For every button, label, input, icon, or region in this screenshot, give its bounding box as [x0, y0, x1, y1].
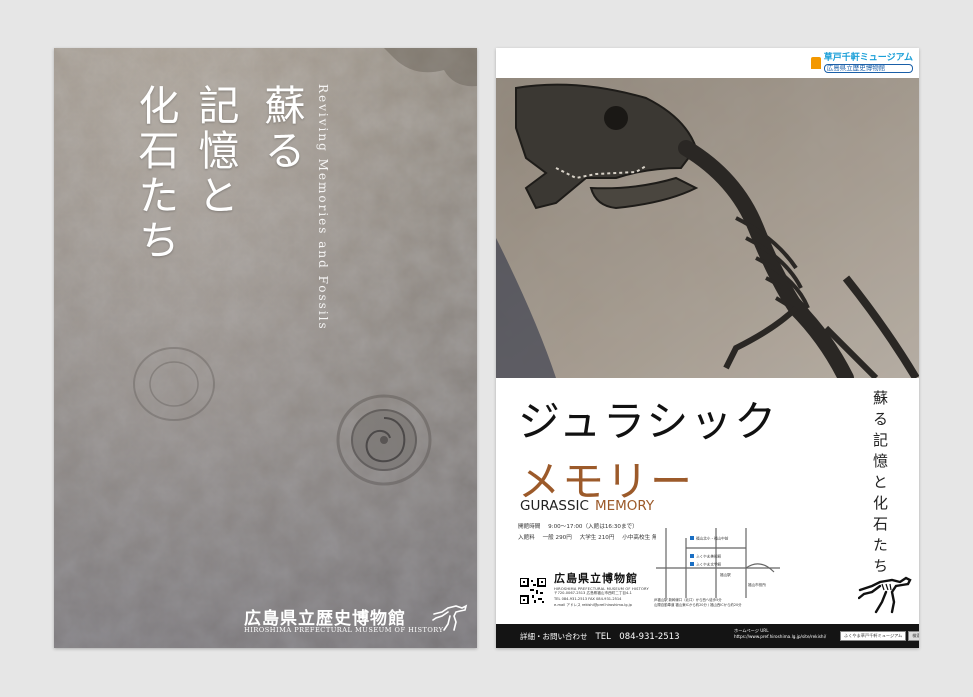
map-label: ふくやま文学館 — [696, 562, 722, 567]
map-label: 福山市役所 — [748, 582, 766, 587]
hours-value: 9:00～17:00（入館は16:30まで） — [548, 524, 638, 530]
footer-bar: 詳細・お問い合わせ TEL 084-931-2513 ホームページ URL ht… — [496, 624, 919, 648]
homepage-url[interactable]: https://www.pref.hiroshima.lg.jp/site/re… — [734, 634, 826, 640]
museum-name-en: HIROSHIMA PREFECTURAL MUSEUM OF HISTORY — [244, 626, 444, 634]
footer-tel[interactable]: TEL 084-931-2513 — [596, 630, 680, 642]
logo-line-1: 草戸千軒ミュージアム — [823, 53, 913, 63]
homepage-info: ホームページ URL https://www.pref.hiroshima.lg… — [734, 628, 826, 640]
exhibition-info: 開館時間 9:00～17:00（入館は16:30まで） 入館料 一般 290円 … — [518, 522, 669, 544]
search-box[interactable]: ふくやま草戸千軒ミュージアム — [840, 631, 907, 641]
title-column-3: 化石たち — [131, 84, 179, 264]
title-column-2: 記憶と — [191, 84, 239, 219]
fee-label: 入館料 — [518, 535, 535, 542]
fee-student: 大学生 210円 — [579, 535, 615, 542]
map-label: 福山北小・福山中前 — [696, 536, 729, 541]
access-info: JR福山駅 新幹線口（北口）から西へ徒歩5分 山陽自動車道 福山東ICから約20… — [654, 598, 742, 608]
search-button[interactable]: 検索 — [908, 631, 919, 641]
title-english-1: GURASSIC — [520, 498, 589, 514]
logo-line-2: 広島県立歴史博物館 — [823, 64, 913, 73]
contact-label: 詳細・お問い合わせ — [520, 631, 588, 641]
access-line: 山陽自動車道 福山東ICから約20分 / 福山西ICから約20分 — [654, 603, 742, 608]
english-title-vertical: Reviving Memories and Fossils — [316, 84, 330, 331]
map-label: ふくやま美術館 — [696, 554, 722, 559]
fee-general: 一般 290円 — [542, 535, 572, 542]
title-main: ジュラシック — [518, 397, 779, 446]
vertical-subtitle: 蘇る記憶と化石たち — [871, 390, 889, 579]
museum-address: 広島県立博物館 HIROSHIMA PREFECTURAL MUSEUM OF … — [554, 570, 649, 608]
museum-logo: 草戸千軒ミュージアム 広島県立歴史博物館 — [810, 53, 913, 73]
access-map: 福山北小・福山中前 ふくやま美術館 ふくやま文学館 福山駅 福山市役所 — [656, 528, 780, 598]
left-poster: 蘇る 記憶と 化石たち Reviving Memories and Fossil… — [54, 48, 477, 648]
hours-label: 開館時間 — [518, 524, 541, 530]
building-icon — [810, 57, 821, 70]
search-group: ふくやま草戸千軒ミュージアム 検索 — [840, 631, 919, 641]
qr-code-icon[interactable] — [520, 578, 546, 604]
museum-name-jp: 広島県立博物館 — [554, 572, 638, 585]
title-english: GURASSIC MEMORY — [520, 498, 654, 514]
title-column-1: 蘇る — [257, 84, 305, 174]
t-rex-skeleton-image — [496, 78, 919, 378]
title-english-2: MEMORY — [594, 498, 655, 514]
email-line: e-mail アドレス rekishi@pref.hiroshima.lg.jp — [554, 602, 632, 607]
dinosaur-skeleton-icon — [432, 604, 468, 631]
map-label: 福山駅 — [720, 572, 731, 577]
right-poster: 草戸千軒ミュージアム 広島県立歴史博物館 ジュラシック メモリー GURASSI… — [496, 48, 919, 648]
dinosaur-photo — [496, 78, 919, 378]
dinosaur-skeleton-icon — [858, 576, 912, 614]
